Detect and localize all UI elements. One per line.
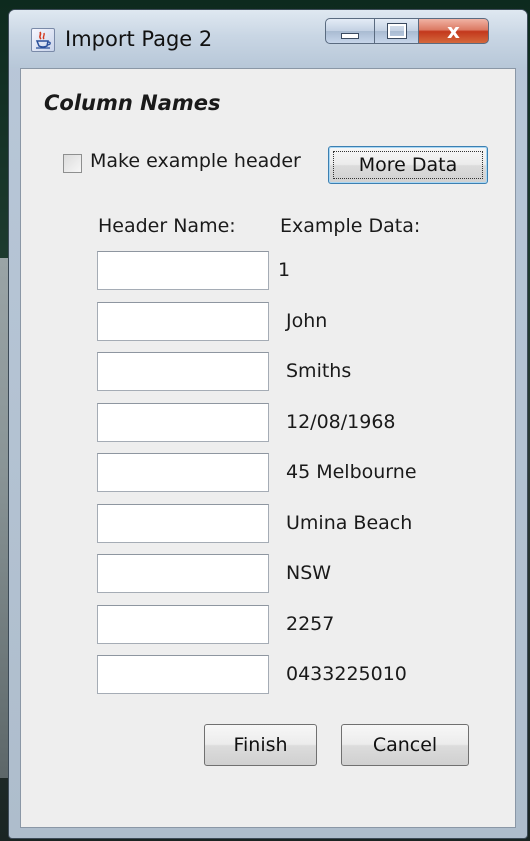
example-data-value: 12/08/1968 <box>286 411 396 433</box>
header-name-input[interactable] <box>97 605 269 644</box>
make-example-header-label[interactable]: Make example header <box>90 150 301 172</box>
maximize-icon <box>386 23 407 39</box>
minimize-button[interactable] <box>325 18 375 44</box>
close-button[interactable]: x <box>419 18 489 44</box>
maximize-button[interactable] <box>375 18 419 44</box>
close-icon: x <box>447 19 460 43</box>
cancel-button[interactable]: Cancel <box>341 724 469 766</box>
header-name-column-label: Header Name: <box>98 215 236 237</box>
more-data-label: More Data <box>358 154 458 176</box>
example-data-value: John <box>286 310 328 332</box>
header-name-input[interactable] <box>97 554 269 593</box>
title-bar[interactable]: Import Page 2 x <box>9 10 527 68</box>
header-name-input[interactable] <box>97 403 269 442</box>
java-app-icon <box>31 28 55 52</box>
example-data-value: 1 <box>278 259 291 281</box>
example-data-value: Smiths <box>286 360 352 382</box>
finish-label: Finish <box>233 734 288 756</box>
more-data-button[interactable]: More Data <box>328 146 488 184</box>
example-data-column-label: Example Data: <box>280 215 421 237</box>
header-name-input[interactable] <box>97 655 269 694</box>
finish-button[interactable]: Finish <box>204 724 317 766</box>
minimize-icon <box>341 33 359 39</box>
header-name-input[interactable] <box>97 352 269 391</box>
example-data-value: 0433225010 <box>286 663 407 685</box>
cancel-label: Cancel <box>372 734 438 756</box>
example-data-value: Umina Beach <box>286 512 413 534</box>
window-title: Import Page 2 <box>65 27 213 51</box>
header-name-input[interactable] <box>97 504 269 543</box>
section-title: Column Names <box>44 91 221 115</box>
example-data-value: 2257 <box>286 613 335 635</box>
header-name-input[interactable] <box>97 302 269 341</box>
caption-buttons: x <box>325 18 489 46</box>
make-example-header-checkbox[interactable] <box>63 154 82 173</box>
example-data-value: NSW <box>286 562 332 584</box>
example-data-value: 45 Melbourne <box>286 461 417 483</box>
header-name-input[interactable] <box>97 453 269 492</box>
header-name-input[interactable] <box>97 251 269 290</box>
